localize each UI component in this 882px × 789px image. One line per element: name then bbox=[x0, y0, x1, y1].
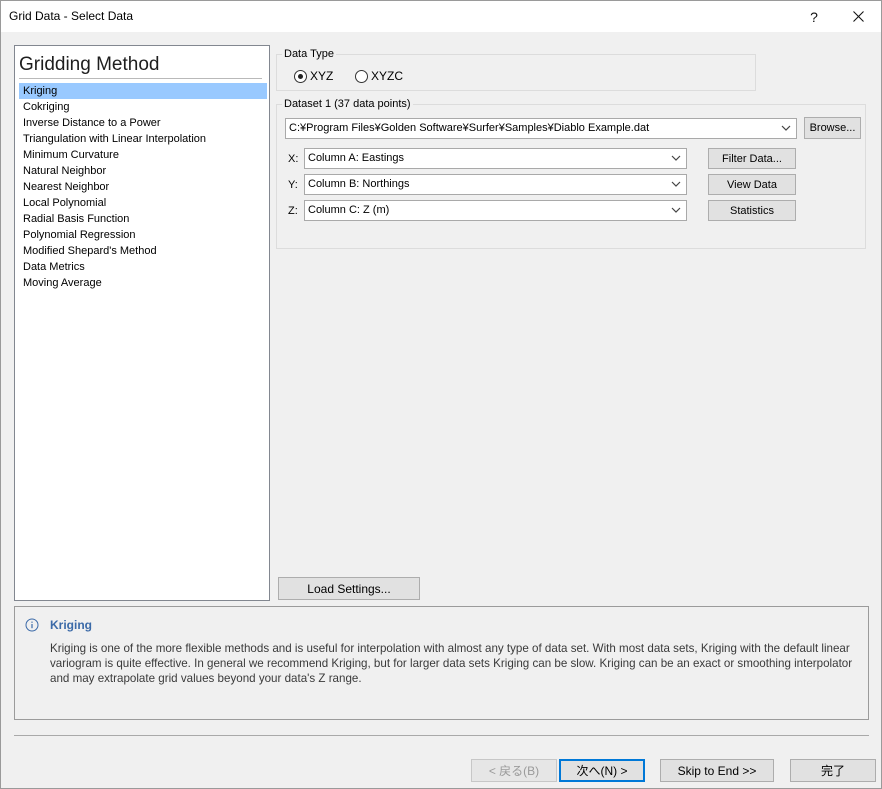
next-button-label: 次へ(N) > bbox=[576, 764, 628, 778]
skip-to-end-button[interactable]: Skip to End >> bbox=[660, 759, 774, 782]
radio-xyzc[interactable]: XYZC bbox=[355, 69, 403, 83]
chevron-down-icon bbox=[671, 181, 681, 187]
finish-button[interactable]: 完了 bbox=[790, 759, 876, 782]
gridding-method-panel: Gridding Method Kriging Cokriging Inverse … bbox=[14, 45, 270, 601]
z-column-value: Column C: Z (m) bbox=[308, 204, 390, 216]
z-axis-label: Z: bbox=[288, 205, 298, 217]
load-settings-label: Load Settings... bbox=[307, 581, 391, 596]
info-icon bbox=[25, 618, 39, 632]
x-column-combo[interactable]: Column A: Eastings bbox=[304, 148, 687, 169]
close-icon bbox=[852, 11, 864, 22]
heading-divider bbox=[19, 78, 262, 79]
statistics-label: Statistics bbox=[729, 204, 774, 217]
chevron-down-icon bbox=[781, 125, 791, 131]
method-description-panel: Kriging Kriging is one of the more flexi… bbox=[14, 606, 869, 720]
file-path-combo[interactable]: C:¥Program Files¥Golden Software¥Surfer¥… bbox=[285, 118, 797, 139]
method-item[interactable]: Triangulation with Linear Interpolation bbox=[19, 131, 267, 147]
finish-button-label: 完了 bbox=[820, 764, 845, 778]
radio-xyz[interactable]: XYZ bbox=[294, 69, 333, 83]
y-axis-label: Y: bbox=[288, 179, 298, 191]
method-item[interactable]: Kriging bbox=[19, 83, 267, 99]
method-item[interactable]: Local Polynomial bbox=[19, 195, 267, 211]
description-title: Kriging bbox=[50, 618, 92, 632]
y-column-value: Column B: Northings bbox=[308, 178, 410, 190]
view-data-label: View Data bbox=[727, 178, 777, 191]
radio-xyzc-indicator bbox=[355, 69, 368, 83]
z-column-combo[interactable]: Column C: Z (m) bbox=[304, 200, 687, 221]
title-bar: Grid Data - Select Data ? bbox=[1, 1, 881, 32]
close-button[interactable] bbox=[835, 1, 881, 32]
window-title: Grid Data - Select Data bbox=[9, 9, 134, 23]
radio-xyz-indicator bbox=[294, 69, 307, 83]
description-body: Kriging is one of the more flexible meth… bbox=[50, 642, 853, 685]
method-item[interactable]: Inverse Distance to a Power bbox=[19, 115, 267, 131]
method-item[interactable]: Moving Average bbox=[19, 275, 267, 291]
filter-data-label: Filter Data... bbox=[722, 152, 782, 165]
help-button-label: ? bbox=[810, 8, 818, 25]
dataset-label: Dataset 1 (37 data points) bbox=[282, 98, 413, 110]
method-item[interactable]: Radial Basis Function bbox=[19, 211, 267, 227]
help-button[interactable]: ? bbox=[791, 1, 837, 32]
chevron-down-icon bbox=[671, 207, 681, 213]
statistics-button[interactable]: Statistics bbox=[708, 200, 796, 221]
file-path-value: C:¥Program Files¥Golden Software¥Surfer¥… bbox=[289, 122, 650, 134]
back-button-label: < 戻る(B) bbox=[488, 764, 540, 778]
method-item[interactable]: Natural Neighbor bbox=[19, 163, 267, 179]
filter-data-button[interactable]: Filter Data... bbox=[708, 148, 796, 169]
data-type-group bbox=[276, 54, 756, 91]
radio-xyz-label: XYZ bbox=[310, 69, 334, 83]
view-data-button[interactable]: View Data bbox=[708, 174, 796, 195]
method-item[interactable]: Nearest Neighbor bbox=[19, 179, 267, 195]
method-item[interactable]: Cokriging bbox=[19, 99, 267, 115]
radio-xyzc-label: XYZC bbox=[371, 69, 404, 83]
data-type-label: Data Type bbox=[282, 48, 336, 60]
method-item[interactable]: Minimum Curvature bbox=[19, 147, 267, 163]
gridding-method-heading: Gridding Method bbox=[19, 54, 160, 75]
dialog-window: Grid Data - Select Data ? Gridding Metho… bbox=[0, 0, 882, 789]
browse-button[interactable]: Browse... bbox=[804, 117, 861, 139]
browse-button-label: Browse... bbox=[809, 122, 856, 134]
x-axis-label: X: bbox=[288, 153, 299, 165]
gridding-method-list[interactable]: Kriging Cokriging Inverse Distance to a Po… bbox=[19, 83, 267, 291]
method-item[interactable]: Data Metrics bbox=[19, 259, 267, 275]
x-column-value: Column A: Eastings bbox=[308, 152, 404, 164]
load-settings-button[interactable]: Load Settings... bbox=[278, 577, 420, 600]
method-item[interactable]: Modified Shepard's Method bbox=[19, 243, 267, 259]
y-column-combo[interactable]: Column B: Northings bbox=[304, 174, 687, 195]
back-button[interactable]: < 戻る(B) bbox=[471, 759, 557, 782]
next-button[interactable]: 次へ(N) > bbox=[559, 759, 645, 782]
skip-to-end-label: Skip to End >> bbox=[677, 763, 757, 778]
chevron-down-icon bbox=[671, 155, 681, 161]
footer-divider bbox=[14, 735, 869, 736]
method-item[interactable]: Polynomial Regression bbox=[19, 227, 267, 243]
